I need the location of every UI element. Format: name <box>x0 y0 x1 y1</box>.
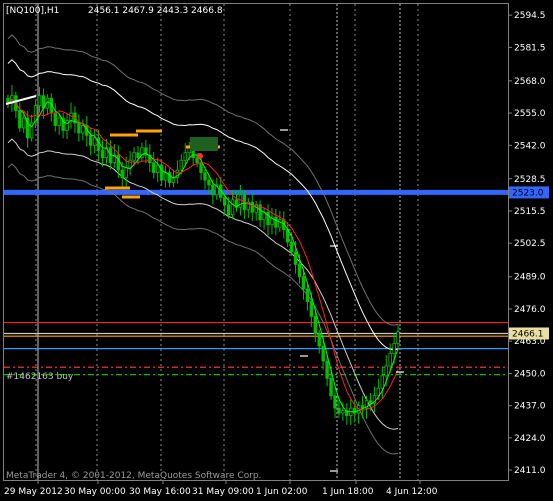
candle-body <box>89 134 93 146</box>
candle-body <box>250 201 254 213</box>
price-label: 2523.0 <box>512 188 544 198</box>
y-tick-label: 2437.0 <box>514 402 546 412</box>
candle-body <box>211 184 215 196</box>
candle-body <box>100 149 105 159</box>
candle-body <box>380 375 384 389</box>
y-tick-label: 2476.0 <box>514 305 546 315</box>
footer-copyright: MetaTrader 4, © 2001-2012, MetaQuotes So… <box>6 471 262 481</box>
y-tick-label: 2411.0 <box>514 466 546 476</box>
candle-body <box>57 117 61 126</box>
candle-body <box>77 122 81 134</box>
candle-body <box>116 154 120 171</box>
candle-body <box>352 407 357 414</box>
y-tick-label: 2450.0 <box>514 369 546 379</box>
y-tick-label: 2594.5 <box>514 11 546 21</box>
x-tick-label: 31 May 09:00 <box>192 487 254 497</box>
candle-body <box>199 162 203 173</box>
y-tick-label: 2515.5 <box>514 207 546 217</box>
x-tick-label: 30 May 00:00 <box>64 487 126 497</box>
candle-body <box>226 204 231 216</box>
candle-body <box>183 152 187 161</box>
x-tick-label: 1 Jun 18:00 <box>322 487 374 497</box>
candle-body <box>207 179 211 186</box>
candle-body <box>297 263 302 278</box>
x-tick-label: 29 May 2012 <box>4 487 63 497</box>
order-label: #1462163 buy <box>6 372 74 382</box>
candle-body <box>309 301 314 317</box>
candle-body <box>392 343 396 354</box>
candle-body <box>92 137 97 146</box>
chart-background <box>0 0 553 501</box>
candle-body <box>65 120 69 131</box>
candle-body <box>22 117 26 129</box>
y-tick-label: 2542.0 <box>514 141 546 151</box>
y-tick-label: 2555.0 <box>514 109 546 119</box>
y-tick-label: 2489.0 <box>514 273 546 283</box>
candle-body <box>195 157 199 164</box>
candle-body <box>203 172 207 181</box>
candle-body <box>274 216 278 228</box>
candle-body <box>384 365 388 377</box>
candle-body <box>293 251 298 265</box>
price-label: 2466.1 <box>512 329 544 339</box>
x-tick-label: 30 May 16:00 <box>129 487 191 497</box>
candle-body <box>341 410 345 414</box>
candle-body <box>333 395 337 409</box>
candle-body <box>18 110 22 129</box>
candle-body <box>317 333 321 347</box>
candle-body <box>321 345 325 362</box>
y-tick-label: 2581.5 <box>514 43 546 53</box>
candle-body <box>132 152 136 161</box>
candle-body <box>53 112 57 126</box>
candle-body <box>325 360 329 379</box>
candle-body <box>222 196 227 206</box>
candle-body <box>301 276 306 290</box>
candle-body <box>396 331 400 345</box>
header-symbol: [NQ100],H1 <box>6 6 59 16</box>
candle-body <box>128 159 132 169</box>
candle-body <box>360 405 365 409</box>
candle-body <box>238 194 243 208</box>
candle-body <box>124 167 128 178</box>
candle-body <box>313 315 317 335</box>
header-ohlc: 2456.1 2467.9 2443.3 2466.8 <box>88 6 223 16</box>
x-tick-label: 4 Jun 12:00 <box>386 487 438 497</box>
candle-body <box>230 199 235 216</box>
candle-body <box>152 162 156 173</box>
x-tick-label: 1 Jun 02:00 <box>256 487 308 497</box>
price-chart[interactable]: 2594.5 2581.5 2568.0 2555.0 2542.0 2528.5 2515… <box>0 0 553 501</box>
candle-body <box>305 288 310 302</box>
candle-body <box>179 159 184 171</box>
candle-body <box>337 407 341 414</box>
candle-body <box>120 169 124 178</box>
y-tick-label: 2424.0 <box>514 434 546 444</box>
candle-body <box>368 400 373 404</box>
candle-body <box>289 241 294 253</box>
y-tick-label: 2568.0 <box>514 77 546 87</box>
candle-body <box>388 353 392 367</box>
entry-marker <box>197 153 203 159</box>
candle-body <box>278 219 282 228</box>
candle-body <box>136 152 140 159</box>
candle-body <box>329 377 333 397</box>
candle-body <box>81 125 85 134</box>
price-axis: 2594.5 2581.5 2568.0 2555.0 2542.0 2528.5 2515… <box>508 11 549 476</box>
candle-body <box>159 164 164 181</box>
green-highlight <box>190 137 218 151</box>
y-tick-label: 2528.5 <box>514 175 546 185</box>
y-tick-label: 2502.5 <box>514 239 546 249</box>
candle-body <box>37 95 42 107</box>
